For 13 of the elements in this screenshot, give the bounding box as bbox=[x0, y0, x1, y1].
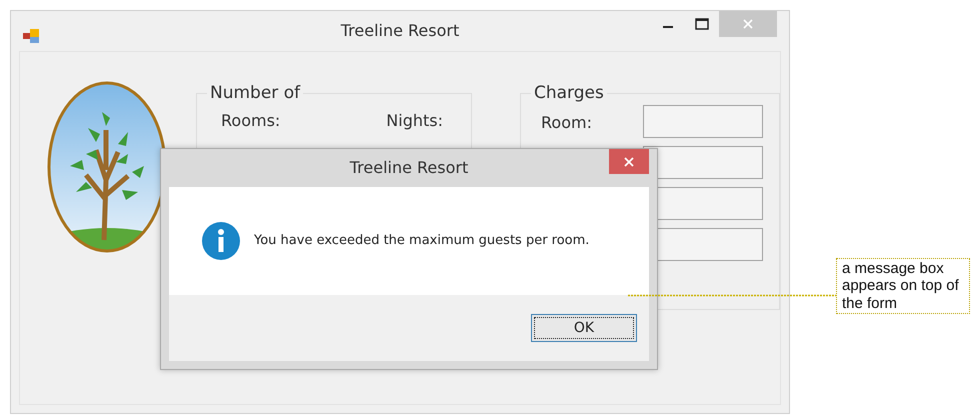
text-field[interactable] bbox=[643, 104, 763, 138]
message-text: You have exceeded the maximum guests per room. bbox=[254, 232, 590, 250]
field-label: Rooms: bbox=[221, 110, 280, 132]
dialog-title: Treeline Resort bbox=[350, 157, 468, 179]
window-title: Treeline Resort bbox=[340, 20, 460, 42]
close-icon[interactable] bbox=[609, 149, 649, 174]
field-label: Nights: bbox=[386, 110, 443, 132]
group-title: Number of bbox=[209, 84, 302, 103]
info-icon bbox=[202, 222, 240, 260]
callout-text: a message box appears on top of the form bbox=[836, 258, 970, 314]
ok-button[interactable]: OK bbox=[531, 314, 637, 342]
group-title: Charges bbox=[533, 84, 605, 103]
field-label: Room: bbox=[541, 112, 592, 134]
